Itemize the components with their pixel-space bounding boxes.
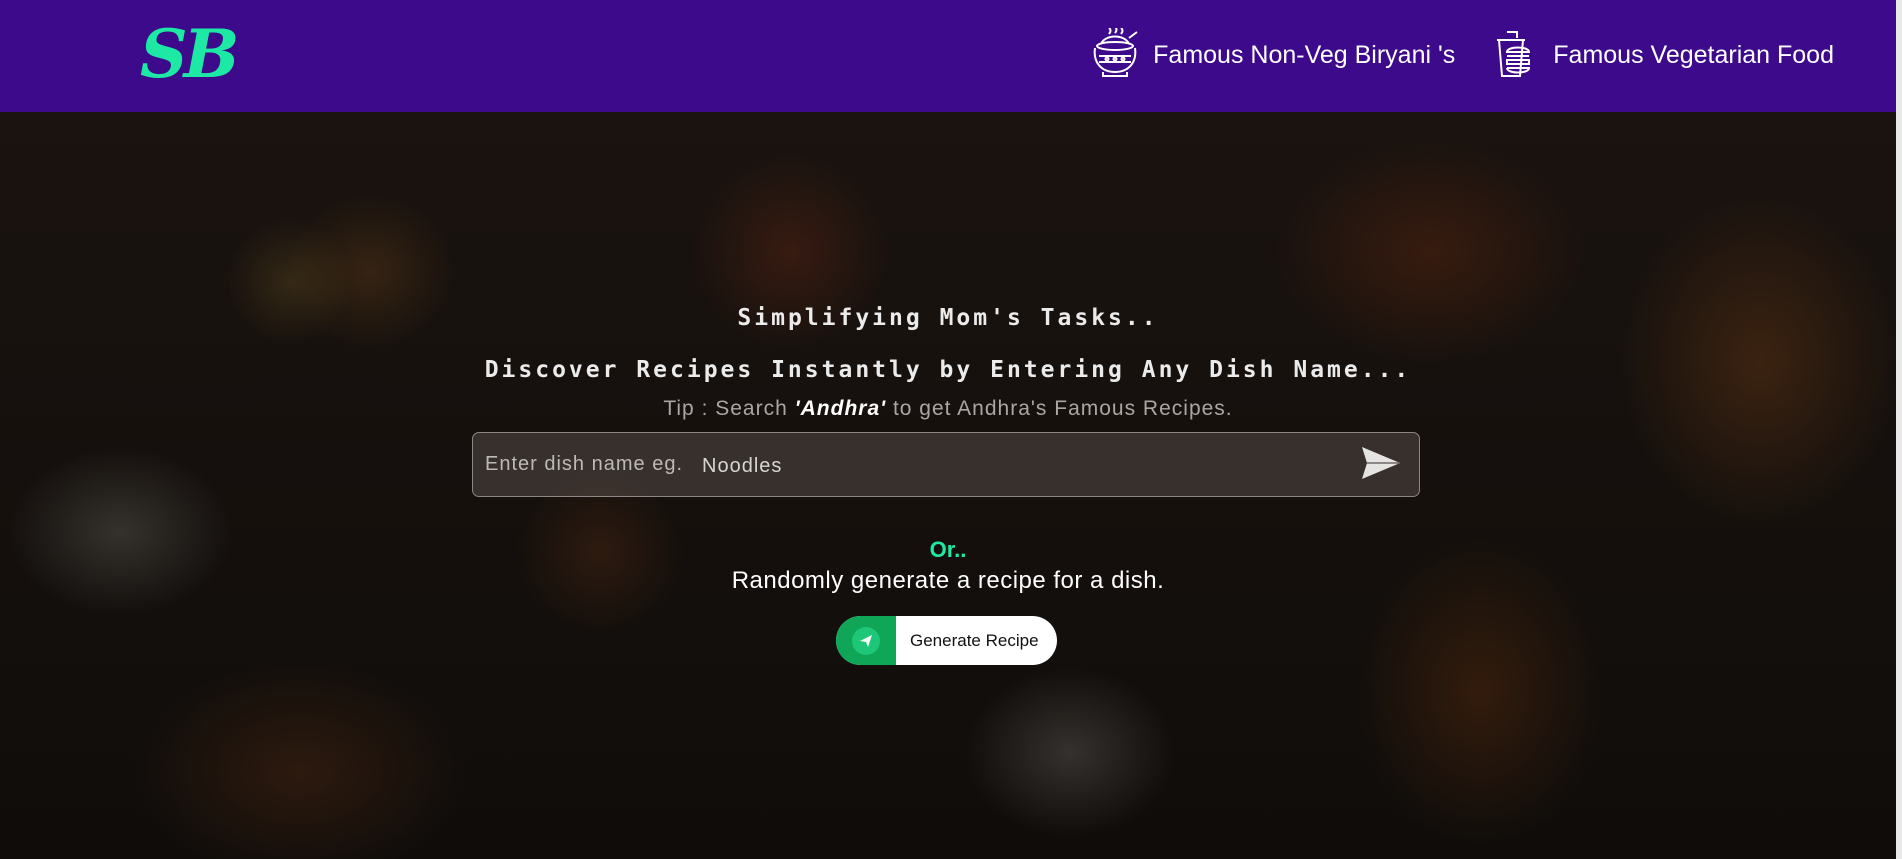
generate-recipe-button[interactable]: Generate Recipe bbox=[836, 616, 1057, 665]
biryani-pot-icon bbox=[1089, 28, 1141, 82]
tagline: Simplifying Mom's Tasks.. bbox=[737, 305, 1159, 331]
headline: Discover Recipes Instantly by Entering A… bbox=[484, 357, 1412, 383]
tip-prefix: Tip : Search bbox=[663, 397, 795, 420]
search-placeholder: Enter dish name eg. bbox=[485, 453, 683, 475]
search-input[interactable]: Enter dish name eg. Noodles bbox=[472, 432, 1420, 497]
search-tip: Tip : Search 'Andhra' to get Andhra's Fa… bbox=[0, 397, 1896, 421]
or-divider-text: Or.. bbox=[929, 537, 967, 562]
nav-link-label: Famous Non-Veg Biryani 's bbox=[1153, 40, 1456, 69]
random-recipe-text: Randomly generate a recipe for a dish. bbox=[731, 567, 1165, 594]
navbar: SB Famous Non-Veg Biryani 's Famous Vege… bbox=[0, 0, 1896, 112]
hero-section: Simplifying Mom's Tasks.. Discover Recip… bbox=[0, 112, 1896, 859]
nav-link-nonveg-biryani[interactable]: Famous Non-Veg Biryani 's bbox=[1089, 28, 1455, 82]
search-submit-button[interactable] bbox=[1357, 441, 1405, 489]
send-arrow-icon bbox=[1360, 445, 1402, 486]
search-placeholder-example: Noodles bbox=[702, 455, 783, 477]
logo[interactable]: SB bbox=[140, 14, 239, 94]
tip-keyword: 'Andhra' bbox=[794, 397, 887, 420]
paper-plane-icon bbox=[852, 626, 880, 655]
nav-link-label: Famous Vegetarian Food bbox=[1553, 40, 1834, 69]
fast-food-icon bbox=[1489, 28, 1541, 82]
scrollbar[interactable] bbox=[1896, 0, 1902, 859]
nav-links: Famous Non-Veg Biryani 's Famous Vegetar… bbox=[1089, 22, 1834, 88]
generate-icon-wrap bbox=[836, 616, 896, 665]
generate-recipe-label: Generate Recipe bbox=[910, 630, 1039, 650]
tip-suffix: to get Andhra's Famous Recipes. bbox=[886, 397, 1233, 420]
nav-link-vegetarian-food[interactable]: Famous Vegetarian Food bbox=[1489, 28, 1834, 82]
